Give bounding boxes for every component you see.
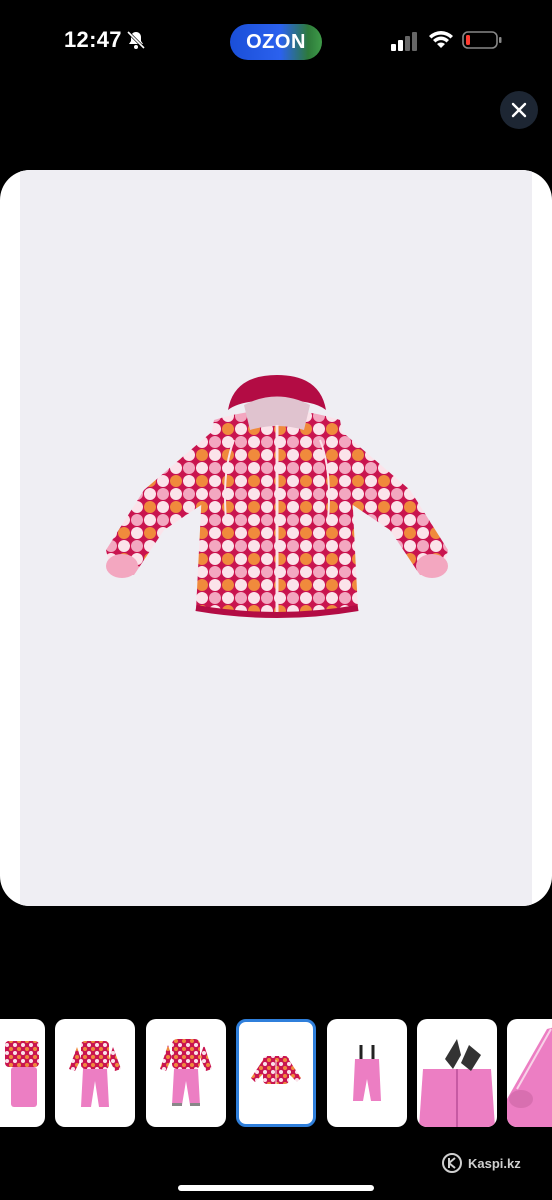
thumb-jacket-pants-set-partial[interactable] (0, 1019, 45, 1127)
wifi-icon (429, 31, 453, 48)
kaspi-watermark: Kaspi.kz (442, 1153, 521, 1173)
close-icon (511, 102, 527, 118)
bell-muted-icon (126, 30, 146, 50)
dynamic-island: OZON (230, 24, 322, 60)
thumb-sleeve-closeup[interactable] (507, 1019, 552, 1127)
ozon-logo: OZON (246, 31, 306, 53)
thumb-jacket-pants-set-1[interactable] (55, 1019, 135, 1127)
status-time: 12:47 (64, 27, 122, 52)
jacket-image (106, 375, 448, 618)
thumb-pants[interactable] (327, 1019, 407, 1127)
main-image-card[interactable] (0, 170, 552, 906)
thumb-jacket[interactable] (236, 1019, 316, 1127)
thumb-pants-closeup[interactable] (417, 1019, 497, 1127)
signal-icon (391, 32, 417, 51)
kaspi-logo-icon (442, 1153, 462, 1173)
battery-low-icon (462, 31, 502, 49)
status-bar: 12:47 OZON (0, 0, 552, 82)
watermark-text: Kaspi.kz (468, 1155, 521, 1171)
main-image (20, 170, 532, 906)
home-indicator[interactable] (178, 1185, 374, 1191)
thumbnail-strip[interactable] (0, 1019, 552, 1127)
thumb-jacket-pants-set-2[interactable] (146, 1019, 226, 1127)
close-button[interactable] (500, 91, 538, 129)
